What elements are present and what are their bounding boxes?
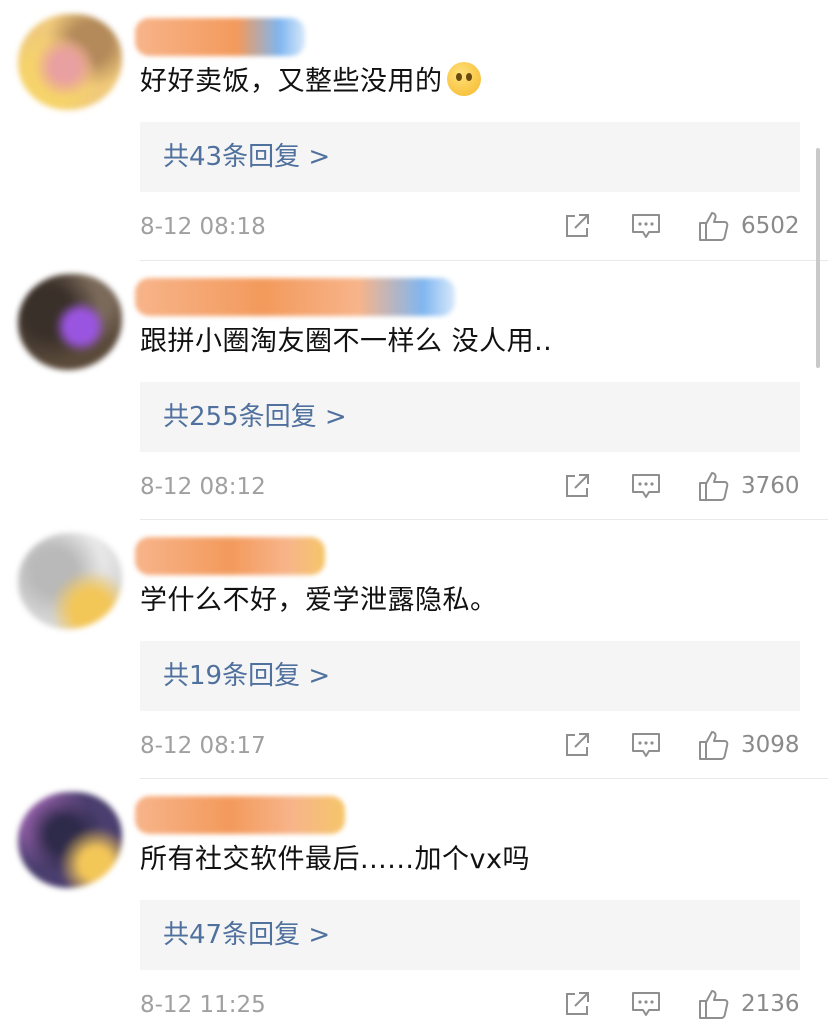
comment-icon (632, 474, 660, 498)
username-blurred[interactable] (135, 18, 305, 56)
avatar[interactable] (18, 14, 122, 110)
comment-item: 所有社交软件最后......加个vx吗 共47条回复 > 8-12 11:25 … (0, 778, 828, 1035)
avatar[interactable] (18, 792, 122, 888)
comment-timestamp: 8-12 08:18 (140, 214, 266, 240)
share-button[interactable] (562, 727, 592, 763)
like-button[interactable]: 3098 (697, 727, 800, 763)
drooling-face-emoji-icon (446, 62, 481, 96)
avatar[interactable] (18, 533, 122, 629)
like-count: 2136 (741, 991, 800, 1017)
share-icon (566, 992, 589, 1015)
comment-list: 好好卖饭，又整些没用的 共43条回复 > 8-12 08:18 6502 跟拼小… (0, 0, 828, 1035)
thumbs-up-icon (699, 731, 729, 760)
comment-timestamp: 8-12 11:25 (140, 992, 266, 1018)
comment-icon (632, 214, 660, 238)
comment-icon (632, 992, 660, 1016)
comment-button[interactable] (630, 986, 662, 1022)
comment-text: 所有社交软件最后......加个vx吗 (140, 844, 530, 875)
comment-item: 好好卖饭，又整些没用的 共43条回复 > 8-12 08:18 6502 (0, 0, 828, 259)
thumbs-up-icon (699, 990, 729, 1019)
like-button[interactable]: 6502 (697, 208, 800, 244)
share-button[interactable] (562, 986, 592, 1022)
scrollbar[interactable] (816, 148, 820, 368)
thumbs-up-icon (699, 212, 729, 241)
comment-text: 学什么不好，爱学泄露隐私。 (140, 585, 498, 616)
comment-text: 好好卖饭，又整些没用的 (140, 62, 481, 102)
share-button[interactable] (562, 468, 592, 504)
like-count: 3760 (741, 473, 800, 499)
comment-timestamp: 8-12 08:17 (140, 733, 266, 759)
comment-button[interactable] (630, 727, 662, 763)
comment-button[interactable] (630, 208, 662, 244)
comment-timestamp: 8-12 08:12 (140, 474, 266, 500)
view-replies-button[interactable]: 共255条回复 > (140, 382, 800, 452)
like-count: 3098 (741, 732, 800, 758)
share-icon (566, 214, 589, 237)
username-blurred[interactable] (135, 796, 345, 834)
comment-button[interactable] (630, 468, 662, 504)
avatar[interactable] (18, 274, 122, 370)
share-icon (566, 474, 589, 497)
comment-text: 跟拼小圈淘友圈不一样么 没人用.. (140, 326, 553, 357)
view-replies-button[interactable]: 共19条回复 > (140, 641, 800, 711)
username-blurred[interactable] (135, 537, 325, 575)
view-replies-button[interactable]: 共43条回复 > (140, 122, 800, 192)
view-replies-button[interactable]: 共47条回复 > (140, 900, 800, 970)
like-button[interactable]: 3760 (697, 468, 800, 504)
like-count: 6502 (741, 213, 800, 239)
username-blurred[interactable] (135, 278, 455, 316)
share-button[interactable] (562, 208, 592, 244)
thumbs-up-icon (699, 472, 729, 501)
like-button[interactable]: 2136 (697, 986, 800, 1022)
comment-item: 学什么不好，爱学泄露隐私。 共19条回复 > 8-12 08:17 3098 (0, 519, 828, 778)
comment-icon (632, 733, 660, 757)
comment-item: 跟拼小圈淘友圈不一样么 没人用.. 共255条回复 > 8-12 08:12 3… (0, 260, 828, 519)
share-icon (566, 733, 589, 756)
